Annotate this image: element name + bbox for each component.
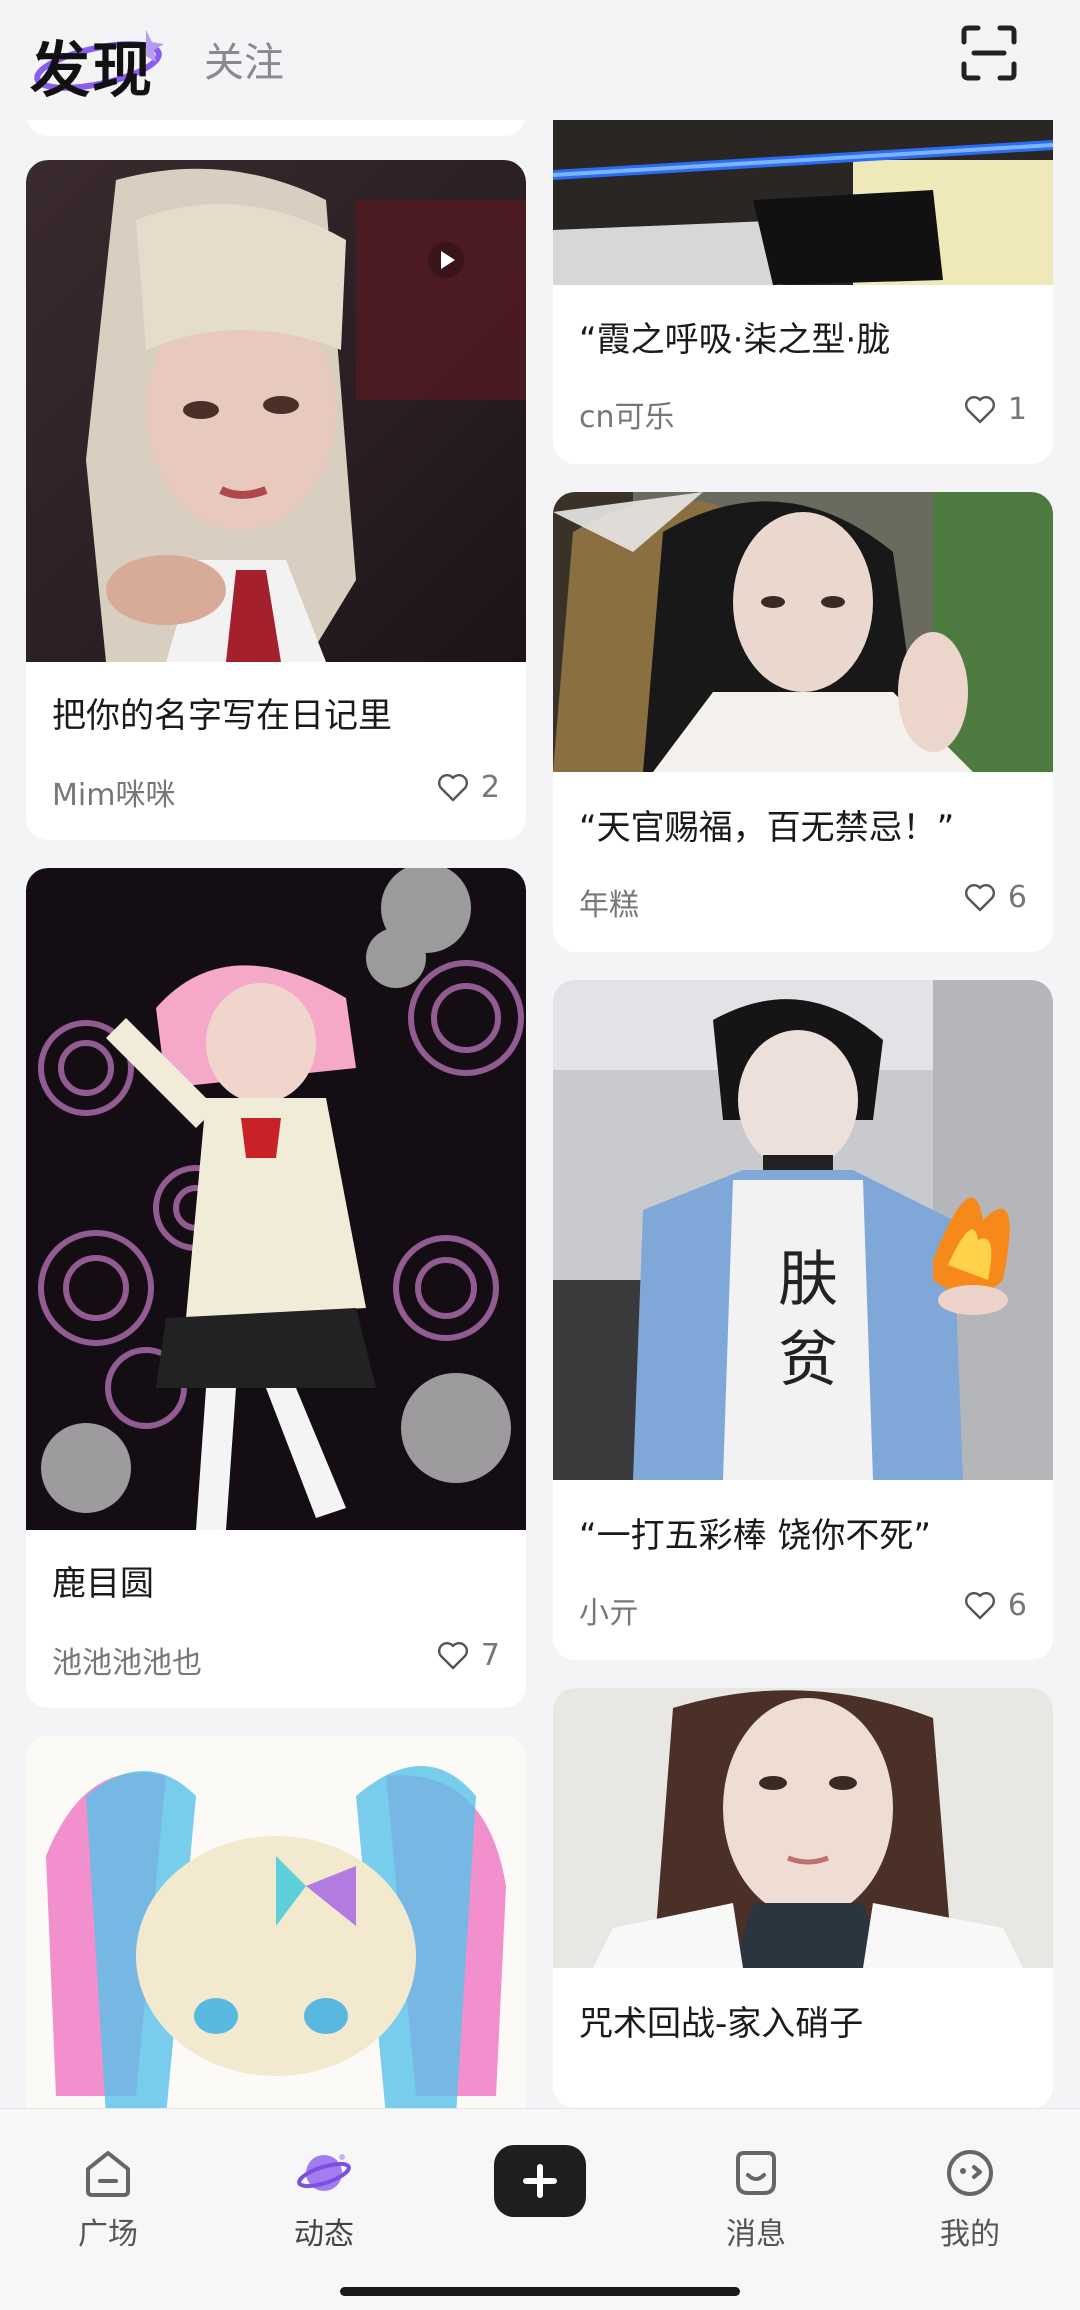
card-image: 肤 贫: [553, 980, 1053, 1480]
card-image: [26, 160, 526, 662]
svg-text:贫: 贫: [778, 1325, 838, 1395]
card-title: 咒术回战-家入硝子: [579, 2004, 864, 2044]
nav-item-label: 我的: [940, 2217, 1000, 2252]
heart-icon: [964, 395, 995, 423]
add-post-button[interactable]: [494, 2145, 586, 2217]
card-image: [553, 120, 1053, 285]
card-image: [26, 1736, 526, 2136]
card-title: “天官赐福，百无禁忌！”: [579, 808, 955, 848]
tab-follow[interactable]: 关注: [204, 30, 284, 88]
plus-icon: [523, 2164, 557, 2198]
nav-item-label: 消息: [726, 2217, 786, 2252]
nav-item-feed[interactable]: 动态: [264, 2145, 384, 2253]
nav-item-label: 动态: [294, 2217, 354, 2252]
heart-icon: [964, 883, 995, 911]
like-button[interactable]: 6: [964, 880, 1027, 915]
like-button[interactable]: 6: [964, 1588, 1027, 1623]
like-button[interactable]: 1: [964, 392, 1027, 427]
like-count: 6: [1007, 880, 1027, 915]
nav-item-me[interactable]: 我的: [910, 2145, 1030, 2253]
top-bar: 发现 关注: [0, 0, 1080, 120]
like-count: 1: [1007, 392, 1027, 427]
home-icon: [86, 2151, 130, 2197]
card-image: [553, 492, 1053, 772]
tab-discover[interactable]: 发现: [28, 12, 168, 106]
video-play-icon: [428, 242, 464, 278]
card-author[interactable]: 小亓: [579, 1588, 639, 1632]
feed-card[interactable]: 把你的名字写在日记里 Mim咪咪 2: [26, 160, 526, 840]
like-count: 2: [480, 770, 500, 805]
card-author[interactable]: Mim咪咪: [52, 770, 175, 814]
planet-icon: [297, 2154, 351, 2191]
card-title: 鹿目圆: [52, 1564, 154, 1604]
nav-item-label: 广场: [78, 2217, 138, 2252]
profile-icon: [947, 2150, 993, 2196]
message-icon: [736, 2151, 776, 2195]
feed-card[interactable]: 肤 贫 “一打五彩棒 饶你不死” 小亓 6: [553, 980, 1053, 1660]
card-title: “一打五彩棒 饶你不死”: [579, 1516, 932, 1556]
like-button[interactable]: 2: [437, 770, 500, 805]
nav-item-square[interactable]: 广场: [48, 2145, 168, 2253]
heart-icon: [437, 773, 468, 801]
card-image: [553, 1688, 1053, 1968]
svg-text:肤: 肤: [778, 1245, 838, 1315]
heart-icon: [437, 1641, 468, 1669]
feed-card[interactable]: “天官赐福，百无禁忌！” 年糕 6: [553, 492, 1053, 952]
like-button[interactable]: 7: [437, 1638, 500, 1673]
scan-icon[interactable]: [958, 22, 1020, 84]
card-title: “霞之呼吸·柒之型·胧: [579, 320, 891, 360]
card-title: 把你的名字写在日记里: [52, 696, 392, 736]
card-author[interactable]: 年糕: [579, 880, 639, 924]
card-image: [26, 868, 526, 1530]
nav-item-messages[interactable]: 消息: [696, 2145, 816, 2253]
feed-card[interactable]: 鹿目圆 池池池池也 7: [26, 868, 526, 1708]
feed-card[interactable]: [26, 1736, 526, 2136]
heart-icon: [964, 1591, 995, 1619]
card-author[interactable]: cn可乐: [579, 392, 675, 436]
tab-discover-label: 发现: [30, 36, 154, 106]
card-author[interactable]: 池池池池也: [52, 1638, 202, 1682]
bottom-nav: 广场 动态 消息 我的: [0, 2108, 1080, 2310]
like-count: 6: [1007, 1588, 1027, 1623]
like-count: 7: [480, 1638, 500, 1673]
feed-card[interactable]: “霞之呼吸·柒之型·胧 cn可乐 1: [553, 120, 1053, 464]
feed-card[interactable]: 咒术回战-家入硝子: [553, 1688, 1053, 2108]
home-indicator[interactable]: [340, 2287, 740, 2296]
